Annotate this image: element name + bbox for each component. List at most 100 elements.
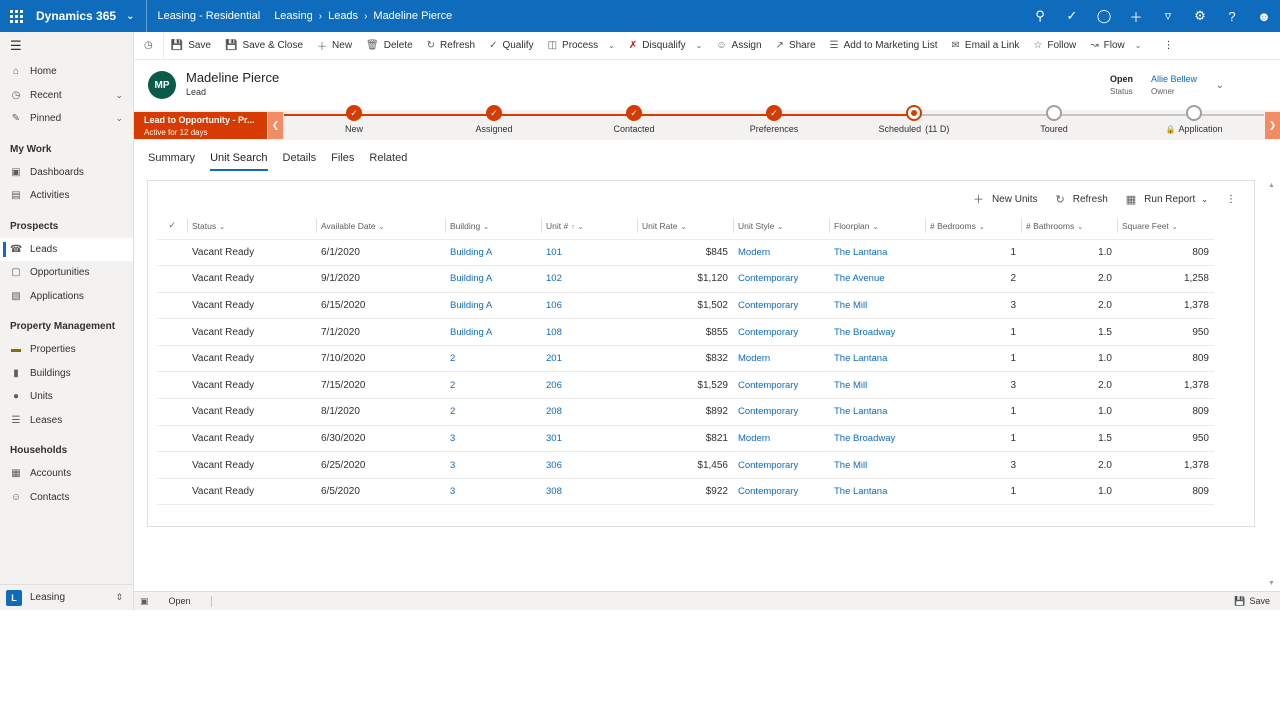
stage-assigned[interactable]: ✓ Assigned: [434, 105, 554, 134]
follow-button[interactable]: ☆ Follow: [1026, 32, 1083, 60]
cell-building[interactable]: 3: [445, 478, 541, 506]
delete-button[interactable]: 🗑 Delete: [359, 32, 420, 60]
cell-unit-style[interactable]: Contemporary: [733, 318, 829, 346]
nav-pinned[interactable]: ✎ Pinned ⌄: [0, 107, 133, 131]
row-checkbox[interactable]: [157, 239, 187, 267]
column-header-unit-number[interactable]: Unit # ↑ ⌄: [541, 213, 637, 240]
row-checkbox[interactable]: [157, 345, 187, 373]
nav-home[interactable]: ⌂ Home: [0, 60, 133, 84]
cell-floorplan[interactable]: The Lantana: [829, 239, 925, 267]
breadcrumb-leasing[interactable]: Leasing: [274, 10, 313, 22]
column-header-available-date[interactable]: Available Date ⌄: [316, 213, 445, 240]
assign-button[interactable]: ☺ Assign: [709, 32, 768, 60]
row-checkbox[interactable]: [157, 292, 187, 320]
sidebar-item-applications[interactable]: ▧ Applications: [0, 285, 133, 309]
grid-more-button[interactable]: ⋮: [1226, 194, 1236, 205]
app-title-button[interactable]: Dynamics 365 ⌄: [32, 9, 134, 23]
help-icon[interactable]: ?: [1216, 0, 1248, 32]
table-row[interactable]: Vacant Ready 6/5/2020 3 308 $922 Contemporary…: [157, 478, 1214, 506]
add-marketing-list-button[interactable]: ☰ Add to Marketing List: [823, 32, 945, 60]
cell-floorplan[interactable]: The Lantana: [829, 345, 925, 373]
refresh-button[interactable]: ↻ Refresh: [420, 32, 482, 60]
row-checkbox[interactable]: [157, 398, 187, 426]
new-units-button[interactable]: ＋ New Units: [973, 191, 1038, 207]
row-checkbox[interactable]: [157, 265, 187, 293]
row-checkbox[interactable]: [157, 451, 187, 479]
stage-new[interactable]: ✓ New: [294, 105, 414, 134]
sidebar-item-contacts[interactable]: ☺ Contacts: [0, 486, 133, 510]
cell-unit-style[interactable]: Contemporary: [733, 371, 829, 400]
stage-scheduled[interactable]: Scheduled (11 D): [854, 105, 974, 134]
select-all-checkbox[interactable]: ✓: [157, 213, 187, 240]
search-icon[interactable]: ⚲: [1024, 0, 1056, 32]
lightbulb-icon[interactable]: ◯: [1088, 0, 1120, 32]
cell-floorplan[interactable]: The Mill: [829, 451, 925, 479]
assistant-icon[interactable]: ✓: [1056, 0, 1088, 32]
table-row[interactable]: Vacant Ready 8/1/2020 2 208 $892 Contemporary…: [157, 398, 1214, 426]
qualify-button[interactable]: ✓ Qualify: [482, 32, 541, 60]
cell-floorplan[interactable]: The Broadway: [829, 425, 925, 453]
tab-related[interactable]: Related: [369, 152, 407, 171]
cell-building[interactable]: 2: [445, 371, 541, 400]
scroll-down-icon[interactable]: ▼: [1268, 580, 1275, 587]
tab-files[interactable]: Files: [331, 152, 354, 171]
cell-floorplan[interactable]: The Mill: [829, 292, 925, 320]
cell-building[interactable]: 3: [445, 451, 541, 479]
row-checkbox[interactable]: [157, 318, 187, 346]
footer-save-button[interactable]: 💾 Save: [1234, 596, 1270, 607]
hamburger-menu-icon[interactable]: ☰: [0, 32, 133, 60]
page-scrollbar[interactable]: ▲ ▼: [1268, 182, 1278, 588]
table-row[interactable]: Vacant Ready 6/25/2020 3 306 $1,456 Contempor…: [157, 451, 1214, 479]
cell-unit-style[interactable]: Modern: [733, 425, 829, 453]
column-header-floorplan[interactable]: Floorplan ⌄: [829, 213, 925, 240]
column-header-unit-rate[interactable]: Unit Rate ⌄: [637, 213, 733, 240]
sidebar-item-opportunities[interactable]: ▢ Opportunities: [0, 261, 133, 285]
sidebar-item-units[interactable]: ● Units: [0, 385, 133, 409]
table-row[interactable]: Vacant Ready 7/15/2020 2 206 $1,529 Contempor…: [157, 371, 1214, 400]
plus-icon[interactable]: ＋: [1120, 0, 1152, 32]
cell-unit-number[interactable]: 106: [541, 292, 637, 320]
cell-unit-number[interactable]: 206: [541, 371, 637, 400]
new-button[interactable]: ＋ New: [310, 32, 359, 60]
area-switcher[interactable]: L Leasing ⇕: [0, 584, 133, 610]
cell-unit-style[interactable]: Modern: [733, 239, 829, 267]
row-checkbox[interactable]: [157, 371, 187, 400]
owner-link[interactable]: Allie Bellew: [1151, 74, 1197, 84]
cell-unit-style[interactable]: Contemporary: [733, 478, 829, 506]
cell-building[interactable]: 3: [445, 425, 541, 453]
save-button[interactable]: 💾 Save: [164, 32, 218, 60]
column-header-bathrooms[interactable]: # Bathrooms ⌄: [1021, 213, 1117, 240]
table-row[interactable]: Vacant Ready 7/1/2020 Building A 108 $855 Con…: [157, 318, 1214, 346]
column-header-building[interactable]: Building ⌄: [445, 213, 541, 240]
chevron-right-icon[interactable]: ❯: [1265, 112, 1280, 139]
column-header-status[interactable]: Status ⌄: [187, 213, 316, 240]
settings-icon[interactable]: ⚙: [1184, 0, 1216, 32]
cell-unit-number[interactable]: 101: [541, 239, 637, 267]
cell-unit-number[interactable]: 306: [541, 451, 637, 479]
tab-unit-search[interactable]: Unit Search: [210, 152, 268, 171]
table-row[interactable]: Vacant Ready 6/15/2020 Building A 106 $1,502…: [157, 292, 1214, 320]
cell-unit-number[interactable]: 208: [541, 398, 637, 426]
row-checkbox[interactable]: [157, 478, 187, 506]
cell-unit-number[interactable]: 102: [541, 265, 637, 293]
process-name-flyout[interactable]: Lead to Opportunity - Pr... Active for 1…: [134, 112, 267, 139]
cell-unit-style[interactable]: Contemporary: [733, 451, 829, 479]
sidebar-item-leases[interactable]: ☰ Leases: [0, 409, 133, 433]
breadcrumb-leads[interactable]: Leads: [328, 10, 358, 22]
stage-application[interactable]: 🔒 Application: [1134, 105, 1254, 134]
cell-floorplan[interactable]: The Lantana: [829, 478, 925, 506]
cell-building[interactable]: 2: [445, 398, 541, 426]
cell-floorplan[interactable]: The Avenue: [829, 265, 925, 293]
share-button[interactable]: ↗ Share: [769, 32, 823, 60]
expand-icon[interactable]: ▣: [140, 596, 149, 607]
nav-recent[interactable]: ◷ Recent ⌄: [0, 84, 133, 108]
area-name[interactable]: Leasing - Residential: [157, 10, 260, 22]
save-close-button[interactable]: 💾 Save & Close: [218, 32, 310, 60]
column-header-unit-style[interactable]: Unit Style ⌄: [733, 213, 829, 240]
app-launcher-button[interactable]: [0, 0, 32, 32]
user-icon[interactable]: ☻: [1248, 0, 1280, 32]
flow-button[interactable]: ↝ Flow ⌄: [1083, 32, 1148, 60]
column-header-square-feet[interactable]: Square Feet ⌄: [1117, 213, 1214, 240]
row-checkbox[interactable]: [157, 425, 187, 453]
table-row[interactable]: Vacant Ready 9/1/2020 Building A 102 $1,120 C…: [157, 265, 1214, 293]
